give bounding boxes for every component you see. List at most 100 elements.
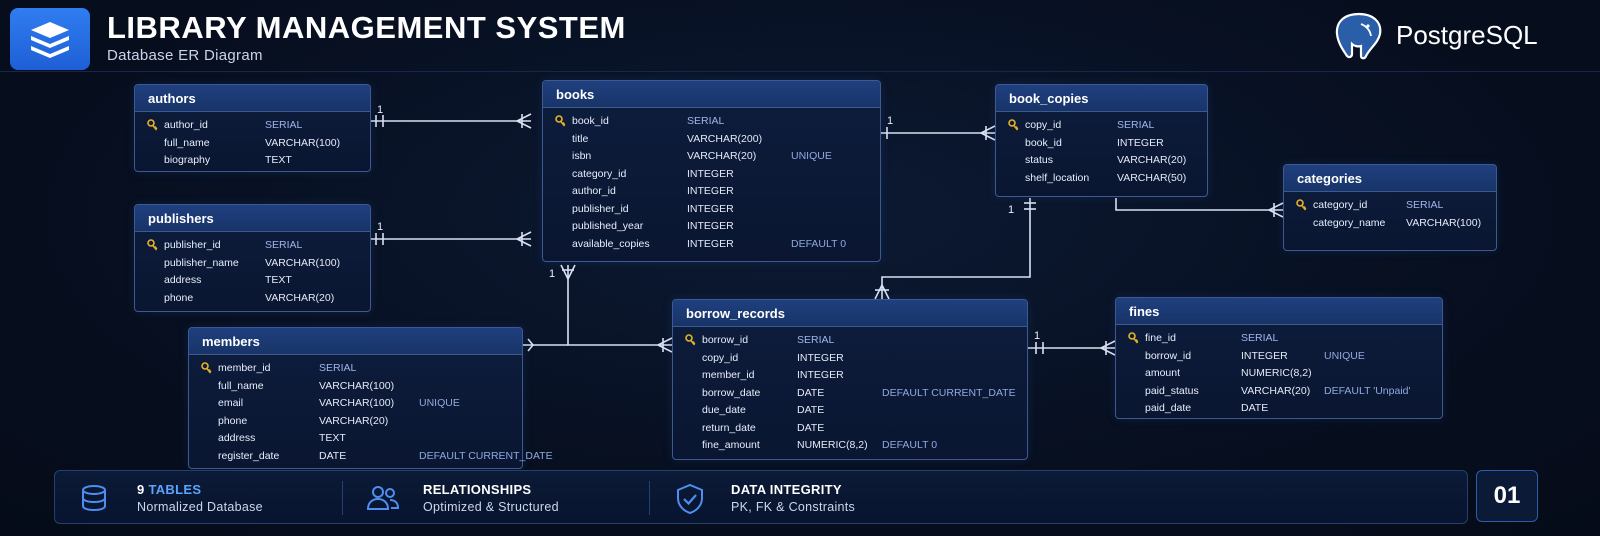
column-name: category_name xyxy=(1313,216,1386,229)
column-type: VARCHAR(20) xyxy=(1117,154,1187,166)
key-icon xyxy=(147,119,158,134)
column-type: VARCHAR(20) xyxy=(687,150,757,162)
key-icon xyxy=(1296,199,1307,214)
column-name: book_id xyxy=(572,115,609,127)
column-row: publisher_id INTEGER xyxy=(543,201,880,219)
primary-key-row: member_id SERIAL xyxy=(189,360,522,378)
column-name: status xyxy=(1025,154,1054,166)
column-constraint: DEFAULT 0 xyxy=(882,439,938,451)
column-type: NUMERIC(8,2) xyxy=(797,439,868,451)
column-constraint: DEFAULT 'Unpaid' xyxy=(1324,384,1411,397)
column-row: phone VARCHAR(20) xyxy=(135,290,370,308)
column-type: VARCHAR(200) xyxy=(687,132,763,145)
column-row: category_name VARCHAR(100) xyxy=(1284,215,1496,233)
column-row: borrow_id INTEGER UNIQUE xyxy=(1116,348,1442,366)
table-book-copies[interactable]: book_copies copy_id SERIAL book_id INTEGER s… xyxy=(995,84,1208,197)
column-name: available_copies xyxy=(572,237,650,250)
column-row: paid_status VARCHAR(20) DEFAULT 'Unpaid' xyxy=(1116,383,1442,401)
column-name: copy_id xyxy=(702,351,739,364)
card-one-bookcopies: 1 xyxy=(1008,204,1014,216)
column-row: full_name VARCHAR(100) xyxy=(189,378,522,396)
table-categories[interactable]: categories category_id SERIAL category_nam… xyxy=(1283,164,1497,251)
table-authors[interactable]: authors author_id SERIAL full_name VARCHAR(… xyxy=(134,84,371,172)
database-icon xyxy=(82,485,106,512)
column-row: email VARCHAR(100) UNIQUE xyxy=(189,395,522,413)
column-name: due_date xyxy=(702,404,746,416)
column-type: DATE xyxy=(1241,402,1269,414)
table-borrow-records[interactable]: borrow_records borrow_id SERIAL copy_id INT… xyxy=(672,299,1028,460)
column-row: available_copies INTEGER DEFAULT 0 xyxy=(543,236,880,254)
column-name: member_id xyxy=(218,362,271,374)
column-type: SERIAL xyxy=(687,115,725,127)
key-icon xyxy=(1008,119,1019,134)
column-type: INTEGER xyxy=(797,351,844,364)
table-publishers[interactable]: publishers publisher_id SERIAL publisher_n… xyxy=(134,204,371,312)
column-type: VARCHAR(100) xyxy=(265,256,341,269)
column-row: phone VARCHAR(20) xyxy=(189,413,522,431)
column-name: author_id xyxy=(572,185,616,197)
column-type: INTEGER xyxy=(687,237,734,250)
primary-key-row: publisher_id SERIAL xyxy=(135,237,370,255)
column-type: INTEGER xyxy=(1117,136,1164,149)
column-name: phone xyxy=(218,414,248,427)
shield-check-icon xyxy=(677,483,703,515)
column-name: isbn xyxy=(572,150,592,162)
table-fines[interactable]: fines fine_id SERIAL borrow_id INTEGER UNIQU… xyxy=(1115,297,1443,419)
column-row: category_id INTEGER xyxy=(543,166,880,184)
table-rows: author_id SERIAL full_name VARCHAR(100) biog… xyxy=(135,112,370,170)
column-name: biography xyxy=(164,154,211,166)
table-title: borrow_records xyxy=(673,300,1027,327)
column-name: amount xyxy=(1145,367,1181,379)
stat-relationships: RELATIONSHIPS Optimized & Structured xyxy=(365,471,615,525)
link-bookcopies-categories xyxy=(1115,198,1284,218)
link-books-bookcopies xyxy=(864,125,996,141)
column-type: SERIAL xyxy=(1406,199,1444,211)
column-row: copy_id INTEGER xyxy=(673,350,1027,368)
primary-key-row: author_id SERIAL xyxy=(135,117,370,135)
column-constraint: DEFAULT CURRENT_DATE xyxy=(419,449,553,462)
primary-key-row: book_id SERIAL xyxy=(543,113,880,131)
stat-integrity-title: DATA INTEGRITY xyxy=(731,482,842,497)
link-publishers-books xyxy=(364,231,532,247)
column-row: isbn VARCHAR(20) UNIQUE xyxy=(543,148,880,166)
column-type: SERIAL xyxy=(797,334,835,346)
column-name: title xyxy=(572,132,589,145)
column-name: borrow_id xyxy=(1145,349,1192,362)
table-rows: fine_id SERIAL borrow_id INTEGER UNIQUE amoun… xyxy=(1116,325,1442,418)
primary-key-row: category_id SERIAL xyxy=(1284,197,1496,215)
card-one-books: 1 xyxy=(887,115,893,127)
column-name: return_date xyxy=(702,421,756,434)
column-type: INTEGER xyxy=(687,167,734,180)
column-name: register_date xyxy=(218,449,280,462)
key-icon xyxy=(1128,332,1139,347)
table-title: categories xyxy=(1284,165,1496,192)
column-type: INTEGER xyxy=(1241,349,1288,362)
column-type: DATE xyxy=(319,449,347,462)
column-name: address xyxy=(218,432,256,444)
column-name: publisher_id xyxy=(164,239,221,251)
stat-tables: 9 TABLES Normalized Database xyxy=(79,471,329,525)
column-row: status VARCHAR(20) xyxy=(996,152,1207,170)
column-row: member_id INTEGER xyxy=(673,367,1027,385)
column-row: fine_amount NUMERIC(8,2) DEFAULT 0 xyxy=(673,437,1027,455)
stat-relationships-sub: Optimized & Structured xyxy=(423,500,559,514)
column-type: TEXT xyxy=(265,154,292,166)
column-row: shelf_location VARCHAR(50) xyxy=(996,170,1207,188)
page-number: 01 xyxy=(1476,470,1538,522)
link-authors-books xyxy=(364,113,532,129)
table-books[interactable]: books book_id SERIAL title VARCHAR(200) isbn… xyxy=(542,80,881,262)
column-row: biography TEXT xyxy=(135,152,370,170)
table-rows: member_id SERIAL full_name VARCHAR(100) emai… xyxy=(189,355,553,465)
table-members[interactable]: members member_id SERIAL full_name VARCHAR(… xyxy=(188,327,553,469)
column-type: SERIAL xyxy=(265,239,303,251)
column-name: fine_id xyxy=(1145,332,1176,344)
column-name: book_id xyxy=(1025,136,1062,149)
users-icon xyxy=(366,486,400,510)
column-type: DATE xyxy=(797,421,825,434)
key-icon xyxy=(555,115,566,130)
stat-tables-title: 9 TABLES xyxy=(137,482,202,497)
primary-key-row: fine_id SERIAL xyxy=(1116,330,1442,348)
key-icon xyxy=(147,239,158,254)
column-row: address TEXT xyxy=(189,430,522,448)
column-row: published_year INTEGER xyxy=(543,218,880,236)
